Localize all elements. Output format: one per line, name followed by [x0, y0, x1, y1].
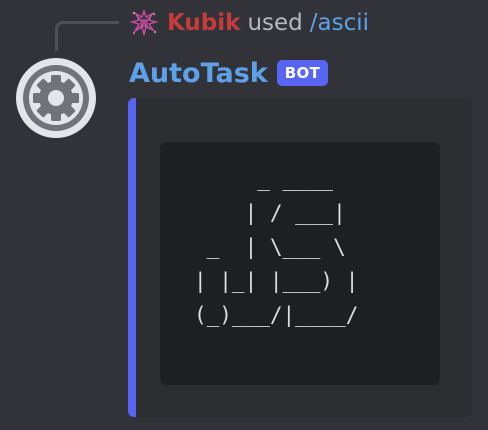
message-header: AutoTask BOT [129, 54, 329, 92]
reply-action-text: used [247, 10, 303, 36]
bot-avatar[interactable] [16, 58, 96, 138]
gear-icon [16, 58, 96, 138]
reply-connector [55, 21, 119, 51]
reply-user-avatar-icon [129, 8, 159, 37]
reply-command[interactable]: /ascii [310, 10, 369, 36]
bot-username[interactable]: AutoTask [129, 58, 268, 89]
embed-accent-bar [128, 98, 136, 417]
code-block: _ ____ | / ___| _ | \___ \ | |_| |___) |… [160, 142, 440, 385]
bot-badge: BOT [276, 60, 329, 86]
message-embed: _ ____ | / ___| _ | \___ \ | |_| |___) |… [128, 98, 472, 417]
reply-username[interactable]: Kubik [167, 10, 240, 36]
reply-reference[interactable]: Kubik used /ascii [129, 6, 369, 40]
reply-user-avatar[interactable] [129, 8, 159, 38]
ascii-art-text: _ ____ | / ___| _ | \___ \ | |_| |___) |… [194, 167, 359, 327]
